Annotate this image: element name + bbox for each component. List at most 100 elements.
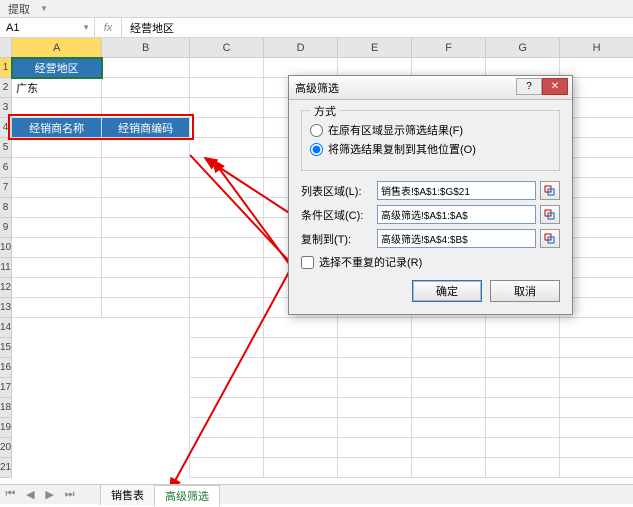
col-header-H[interactable]: H bbox=[560, 38, 633, 58]
name-box-dropdown-icon[interactable]: ▼ bbox=[82, 23, 90, 32]
cell-H15[interactable] bbox=[560, 338, 633, 358]
cell-B5[interactable] bbox=[102, 138, 190, 158]
formula-input[interactable]: 经营地区 bbox=[122, 18, 633, 37]
cell-C9[interactable] bbox=[190, 218, 264, 238]
sheet-tab-sales[interactable]: 销售表 bbox=[100, 484, 155, 505]
row-header-18[interactable]: 18 bbox=[0, 398, 12, 418]
cell-D21[interactable] bbox=[264, 458, 338, 478]
col-header-C[interactable]: C bbox=[190, 38, 264, 58]
cell-G21[interactable] bbox=[486, 458, 560, 478]
col-header-D[interactable]: D bbox=[264, 38, 338, 58]
cell-A12[interactable] bbox=[12, 278, 102, 298]
cell-A15[interactable] bbox=[12, 338, 102, 358]
cell-E18[interactable] bbox=[338, 398, 412, 418]
cell-D15[interactable] bbox=[264, 338, 338, 358]
cell-A2[interactable]: 广东 bbox=[12, 78, 102, 98]
row-header-11[interactable]: 11 bbox=[0, 258, 12, 278]
cell-E17[interactable] bbox=[338, 378, 412, 398]
cell-B1[interactable] bbox=[102, 58, 190, 78]
copy-to-input[interactable] bbox=[377, 229, 536, 248]
cell-A6[interactable] bbox=[12, 158, 102, 178]
cell-C6[interactable] bbox=[190, 158, 264, 178]
cell-E16[interactable] bbox=[338, 358, 412, 378]
cell-A17[interactable] bbox=[12, 378, 102, 398]
col-header-B[interactable]: B bbox=[102, 38, 190, 58]
cell-C12[interactable] bbox=[190, 278, 264, 298]
row-header-2[interactable]: 2 bbox=[0, 78, 12, 98]
cell-H20[interactable] bbox=[560, 438, 633, 458]
col-header-G[interactable]: G bbox=[486, 38, 560, 58]
row-header-6[interactable]: 6 bbox=[0, 158, 12, 178]
cell-A11[interactable] bbox=[12, 258, 102, 278]
nav-next-icon[interactable]: ▶ bbox=[45, 488, 53, 501]
cell-G17[interactable] bbox=[486, 378, 560, 398]
col-header-E[interactable]: E bbox=[338, 38, 412, 58]
cell-E14[interactable] bbox=[338, 318, 412, 338]
cell-C19[interactable] bbox=[190, 418, 264, 438]
cell-C3[interactable] bbox=[190, 98, 264, 118]
row-header-5[interactable]: 5 bbox=[0, 138, 12, 158]
cell-A21[interactable] bbox=[12, 458, 102, 478]
cell-B12[interactable] bbox=[102, 278, 190, 298]
cell-B4[interactable]: 经销商编码 bbox=[102, 118, 190, 138]
cell-B10[interactable] bbox=[102, 238, 190, 258]
row-header-8[interactable]: 8 bbox=[0, 198, 12, 218]
cell-C21[interactable] bbox=[190, 458, 264, 478]
row-header-10[interactable]: 10 bbox=[0, 238, 12, 258]
fx-icon[interactable]: fx bbox=[101, 22, 115, 34]
cell-A9[interactable] bbox=[12, 218, 102, 238]
row-header-20[interactable]: 20 bbox=[0, 438, 12, 458]
cancel-button[interactable]: 取消 bbox=[490, 280, 560, 302]
select-all-corner[interactable] bbox=[0, 38, 12, 58]
sheet-tab-advfilter[interactable]: 高级筛选 bbox=[154, 485, 220, 507]
row-header-19[interactable]: 19 bbox=[0, 418, 12, 438]
cell-H19[interactable] bbox=[560, 418, 633, 438]
cell-C20[interactable] bbox=[190, 438, 264, 458]
cell-G19[interactable] bbox=[486, 418, 560, 438]
cell-A10[interactable] bbox=[12, 238, 102, 258]
row-header-7[interactable]: 7 bbox=[0, 178, 12, 198]
cell-A20[interactable] bbox=[12, 438, 102, 458]
cell-B8[interactable] bbox=[102, 198, 190, 218]
cell-A3[interactable] bbox=[12, 98, 102, 118]
nav-prev-icon[interactable]: ◀ bbox=[26, 488, 34, 501]
cell-B14[interactable] bbox=[102, 318, 190, 338]
cell-C10[interactable] bbox=[190, 238, 264, 258]
cell-H21[interactable] bbox=[560, 458, 633, 478]
cell-C4[interactable] bbox=[190, 118, 264, 138]
cell-C15[interactable] bbox=[190, 338, 264, 358]
cell-B9[interactable] bbox=[102, 218, 190, 238]
cell-C8[interactable] bbox=[190, 198, 264, 218]
cell-B16[interactable] bbox=[102, 358, 190, 378]
cell-B11[interactable] bbox=[102, 258, 190, 278]
cell-D19[interactable] bbox=[264, 418, 338, 438]
radio-filter-inplace[interactable] bbox=[310, 124, 323, 137]
cell-D16[interactable] bbox=[264, 358, 338, 378]
cell-G20[interactable] bbox=[486, 438, 560, 458]
row-header-1[interactable]: 1 bbox=[0, 58, 12, 78]
cell-A8[interactable] bbox=[12, 198, 102, 218]
cell-B21[interactable] bbox=[102, 458, 190, 478]
cell-E19[interactable] bbox=[338, 418, 412, 438]
cell-H16[interactable] bbox=[560, 358, 633, 378]
row-header-17[interactable]: 17 bbox=[0, 378, 12, 398]
cell-G16[interactable] bbox=[486, 358, 560, 378]
row-header-16[interactable]: 16 bbox=[0, 358, 12, 378]
cell-F18[interactable] bbox=[412, 398, 486, 418]
cell-C16[interactable] bbox=[190, 358, 264, 378]
cell-B3[interactable] bbox=[102, 98, 190, 118]
tab-nav[interactable]: ⏮ ◀ ▶ ⏭ bbox=[0, 488, 80, 501]
cell-B15[interactable] bbox=[102, 338, 190, 358]
cell-D17[interactable] bbox=[264, 378, 338, 398]
cell-B17[interactable] bbox=[102, 378, 190, 398]
cell-C5[interactable] bbox=[190, 138, 264, 158]
criteria-range-input[interactable] bbox=[377, 205, 536, 224]
cell-A13[interactable] bbox=[12, 298, 102, 318]
cell-A7[interactable] bbox=[12, 178, 102, 198]
cell-F19[interactable] bbox=[412, 418, 486, 438]
row-header-15[interactable]: 15 bbox=[0, 338, 12, 358]
cell-A4[interactable]: 经销商名称 bbox=[12, 118, 102, 138]
cell-A14[interactable] bbox=[12, 318, 102, 338]
cell-B6[interactable] bbox=[102, 158, 190, 178]
col-header-F[interactable]: F bbox=[412, 38, 486, 58]
